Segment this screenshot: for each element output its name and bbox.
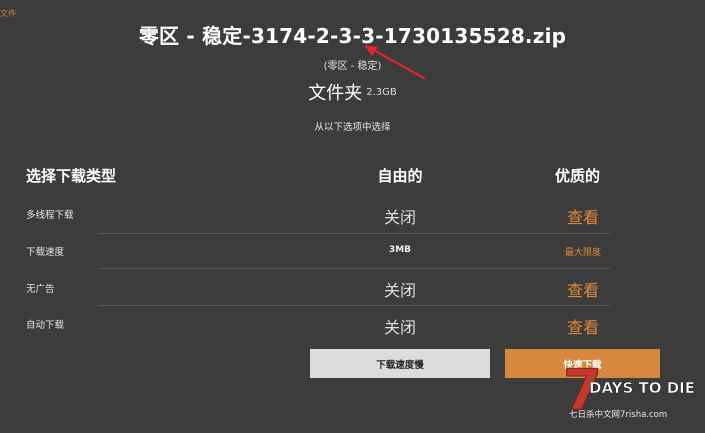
file-size: 2.3GB <box>366 87 397 98</box>
watermark-title: DAYS TO DIE <box>589 379 695 397</box>
row-label-speed: 下载速度 <box>26 247 65 258</box>
free-auto-download-value: 关闭 <box>383 318 416 337</box>
free-speed-value: 3MB <box>388 245 412 255</box>
row-divider <box>98 268 610 269</box>
row-label-multithread: 多线程下载 <box>26 210 74 221</box>
premium-no-ads-view-link[interactable]: 查看 <box>543 277 623 301</box>
free-no-ads-value: 关闭 <box>383 281 416 300</box>
row-label-no-ads: 无广告 <box>26 284 55 295</box>
row-divider <box>98 305 610 306</box>
folder-row: 文件夹 2.3GB <box>0 79 705 105</box>
premium-multithread-view-link[interactable]: 查看 <box>543 204 623 228</box>
choose-hint: 从以下选项中选择 <box>314 122 391 133</box>
file-subtitle: (零区 - 稳定) <box>323 61 382 72</box>
free-multithread-value: 关闭 <box>383 208 416 227</box>
slow-download-button[interactable]: 下载速度慢 <box>310 349 490 378</box>
premium-speed-value: 最大限度 <box>564 248 601 258</box>
folder-label: 文件夹 <box>308 83 363 104</box>
premium-auto-download-view-link[interactable]: 查看 <box>543 314 623 338</box>
header-premium: 优质的 <box>555 167 601 185</box>
row-label-auto-download: 自动下载 <box>26 320 65 331</box>
file-link[interactable]: 文件 <box>0 8 16 19</box>
file-name-title: 零区 - 稳定-3174-2-3-3-1730135528.zip <box>138 24 567 48</box>
watermark-logo: 7 DAYS TO DIE 七日杀中文网7risha.com <box>563 358 696 424</box>
watermark-caption: 七日杀中文网7risha.com <box>569 409 667 420</box>
row-divider <box>98 233 610 234</box>
